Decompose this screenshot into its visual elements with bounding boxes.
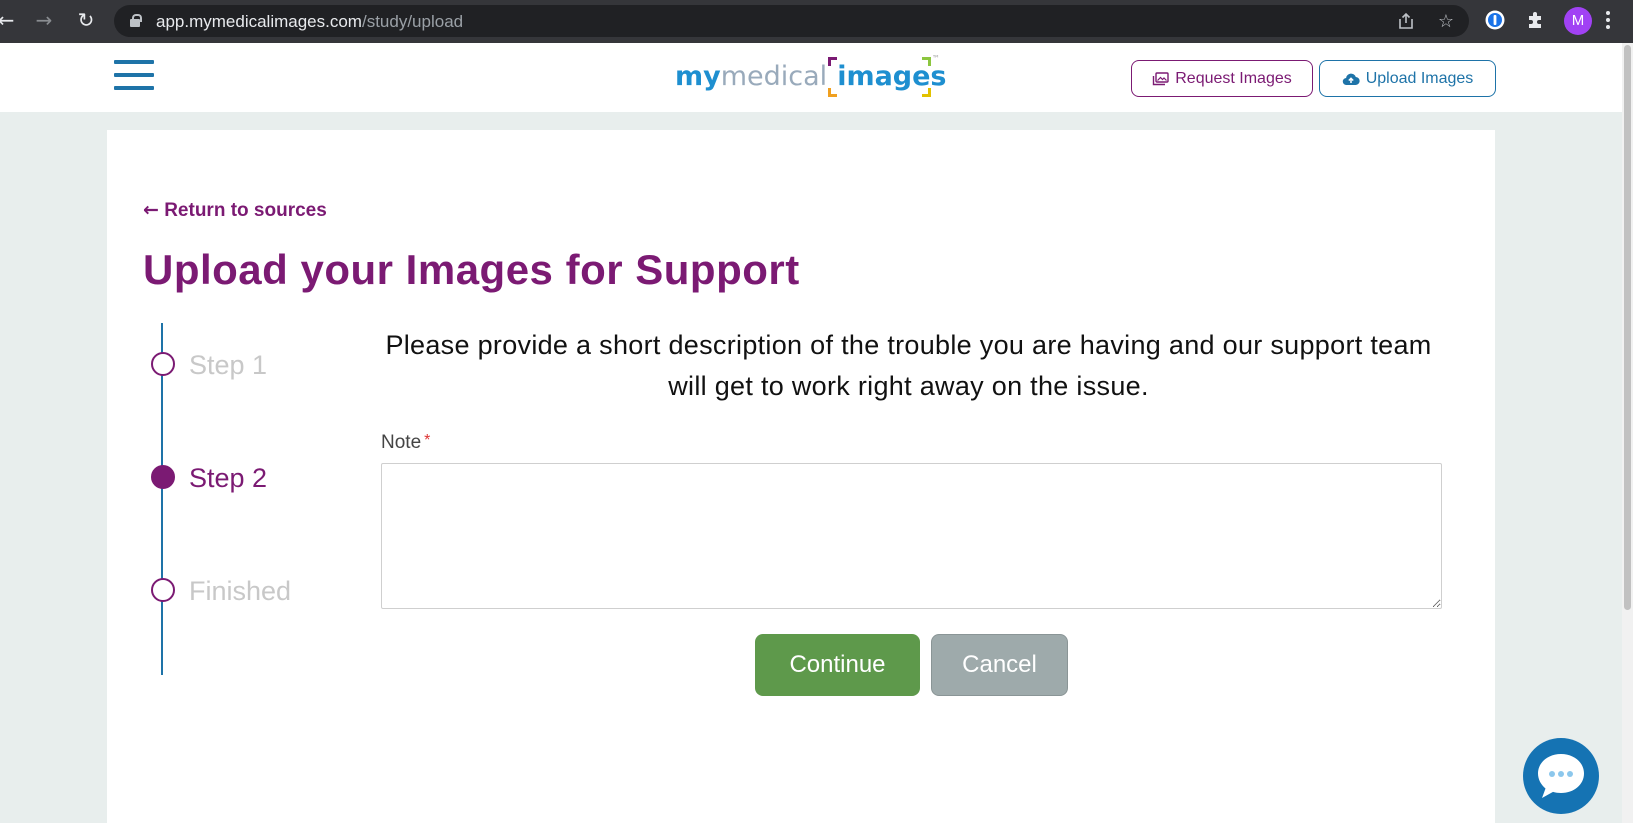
share-icon[interactable]	[1395, 11, 1417, 33]
browser-toolbar: ← → ↻ app.mymedicalimages.com/study/uplo…	[0, 0, 1633, 43]
continue-button[interactable]: Continue	[755, 634, 920, 696]
step-1-label: Step 1	[189, 350, 268, 380]
site-header: mymedical images ™ Request Images Upload …	[0, 43, 1622, 112]
star-icon[interactable]: ☆	[1435, 11, 1457, 33]
address-bar[interactable]: app.mymedicalimages.com/study/upload ☆	[114, 5, 1469, 37]
step-1-indicator	[151, 352, 175, 376]
profile-avatar[interactable]: M	[1564, 7, 1592, 35]
lock-icon[interactable]	[130, 14, 142, 27]
cloud-upload-icon	[1342, 73, 1360, 85]
url-text[interactable]: app.mymedicalimages.com/study/upload	[156, 12, 463, 32]
finished-step-indicator	[151, 578, 175, 602]
request-images-button[interactable]: Request Images	[1131, 60, 1313, 97]
page-title: Upload your Images for Support	[143, 246, 800, 293]
cancel-button[interactable]: Cancel	[931, 634, 1068, 696]
note-label: Note *	[381, 432, 431, 453]
step-2-label: Step 2	[189, 463, 268, 493]
kebab-menu-icon[interactable]	[1604, 9, 1626, 31]
upload-images-button[interactable]: Upload Images	[1319, 60, 1496, 97]
reload-icon[interactable]: ↻	[74, 8, 98, 32]
forward-arrow-icon[interactable]: →	[32, 8, 56, 32]
finished-step-label: Finished	[189, 576, 292, 606]
step-2-indicator	[151, 465, 175, 489]
chat-widget-button[interactable]	[1523, 738, 1599, 814]
note-textarea[interactable]	[381, 463, 1442, 609]
back-arrow-icon[interactable]: ←	[0, 8, 18, 32]
chat-bubble-icon	[1538, 754, 1584, 798]
hamburger-menu-icon[interactable]	[114, 58, 154, 92]
required-asterisk: *	[424, 432, 431, 449]
arrow-left-icon: ←	[143, 199, 159, 221]
return-to-sources-link[interactable]: ← Return to sources	[143, 199, 327, 222]
extensions-puzzle-icon[interactable]	[1525, 9, 1547, 31]
site-logo[interactable]: mymedical images ™	[675, 54, 947, 100]
scrollbar-thumb[interactable]	[1624, 45, 1631, 610]
support-description: Please provide a short description of th…	[385, 330, 1432, 401]
password-manager-icon[interactable]	[1484, 9, 1506, 31]
images-icon	[1153, 71, 1169, 85]
upload-card: ← Return to sources Upload your Images f…	[107, 130, 1495, 823]
